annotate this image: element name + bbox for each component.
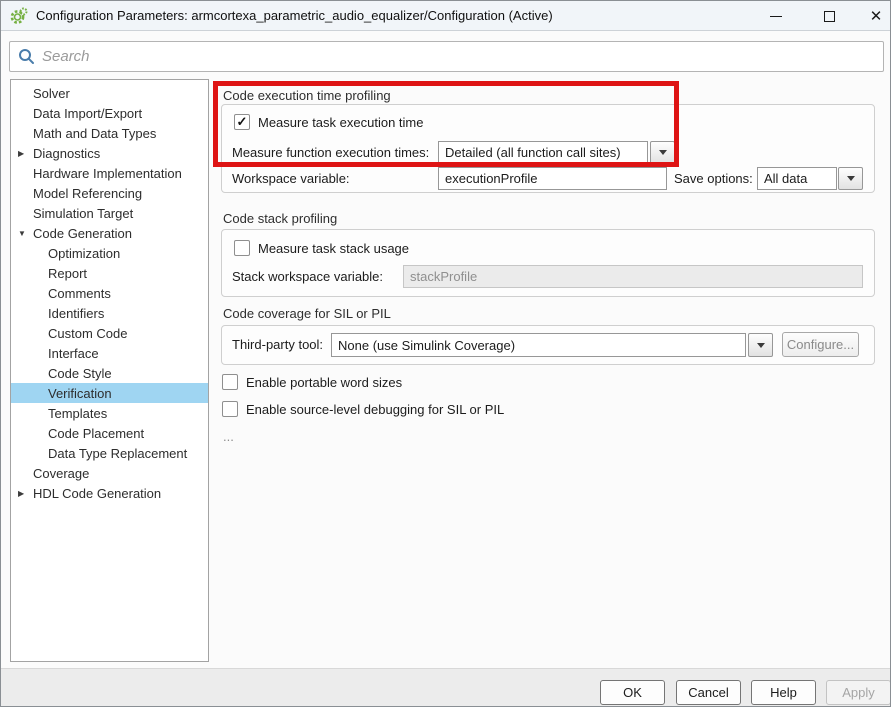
maximize-icon: [824, 11, 835, 22]
sidebar-item-label: Verification: [48, 386, 112, 401]
configure-button[interactable]: Configure...: [782, 332, 859, 357]
save-options-label: Save options:: [674, 171, 753, 187]
section-header-code-stack-profiling: Code stack profiling: [223, 211, 337, 226]
simulink-config-gear-icon: [10, 7, 28, 25]
sidebar-item-verification[interactable]: Verification: [11, 383, 208, 403]
sidebar-item-report[interactable]: Report: [11, 263, 208, 283]
enable-source-level-debugging-label: Enable source-level debugging for SIL or…: [246, 402, 504, 418]
measure-task-stack-usage-label: Measure task stack usage: [258, 241, 409, 257]
minimize-button[interactable]: [759, 1, 793, 31]
chevron-down-icon[interactable]: ▼: [18, 223, 26, 243]
chevron-right-icon[interactable]: ▶: [18, 483, 24, 503]
workspace-variable-input[interactable]: executionProfile: [438, 167, 667, 190]
close-button[interactable]: ✕: [859, 1, 891, 31]
measure-function-execution-times-select[interactable]: Detailed (all function call sites): [438, 141, 648, 164]
sidebar-item-data-import-export[interactable]: Data Import/Export: [11, 103, 208, 123]
sidebar-item-simulation-target[interactable]: Simulation Target: [11, 203, 208, 223]
dropdown-arrow-icon: [659, 150, 667, 155]
window-title: Configuration Parameters: armcortexa_par…: [36, 8, 553, 23]
save-options-dropdown-button[interactable]: [838, 167, 863, 190]
sidebar-item-optimization[interactable]: Optimization: [11, 243, 208, 263]
search-input[interactable]: [42, 48, 883, 65]
save-options-select[interactable]: All data: [757, 167, 837, 190]
measure-function-execution-times-label: Measure function execution times:: [232, 145, 429, 161]
footer-bar: OK Cancel Help Apply: [1, 668, 890, 707]
stack-workspace-variable-input: stackProfile: [403, 265, 863, 288]
sidebar-item-model-referencing[interactable]: Model Referencing: [11, 183, 208, 203]
checkmark-icon: ✓: [237, 114, 248, 129]
sidebar-item-label: HDL Code Generation: [33, 486, 161, 501]
sidebar-item-label: Hardware Implementation: [33, 166, 182, 181]
sidebar-item-identifiers[interactable]: Identifiers: [11, 303, 208, 323]
sidebar-item-coverage[interactable]: Coverage: [11, 463, 208, 483]
sidebar-item-data-type-replacement[interactable]: Data Type Replacement: [11, 443, 208, 463]
sidebar-item-templates[interactable]: Templates: [11, 403, 208, 423]
sidebar-item-diagnostics[interactable]: ▶ Diagnostics: [11, 143, 208, 163]
help-button[interactable]: Help: [751, 680, 816, 705]
sidebar-item-code-style[interactable]: Code Style: [11, 363, 208, 383]
sidebar-item-label: Code Generation: [33, 226, 132, 241]
magnifier-icon: [18, 48, 35, 65]
measure-task-stack-usage-checkbox[interactable]: [234, 240, 250, 256]
measure-task-execution-time-label: Measure task execution time: [258, 115, 423, 131]
third-party-tool-label: Third-party tool:: [232, 337, 323, 353]
stack-workspace-variable-label: Stack workspace variable:: [232, 269, 383, 285]
enable-source-level-debugging-checkbox[interactable]: [222, 401, 238, 417]
sidebar-item-interface[interactable]: Interface: [11, 343, 208, 363]
sidebar-item-solver[interactable]: Solver: [11, 83, 208, 103]
dropdown-arrow-icon: [847, 176, 855, 181]
apply-button[interactable]: Apply: [826, 680, 891, 705]
sidebar-item-math-and-data-types[interactable]: Math and Data Types: [11, 123, 208, 143]
sidebar-item-label: Math and Data Types: [33, 126, 156, 141]
sidebar-item-label: Coverage: [33, 466, 89, 481]
sidebar-item-label: Comments: [48, 286, 111, 301]
sidebar-item-label: Optimization: [48, 246, 120, 261]
sidebar-item-label: Identifiers: [48, 306, 104, 321]
sidebar-item-label: Data Import/Export: [33, 106, 142, 121]
sidebar-tree: Solver Data Import/Export Math and Data …: [10, 79, 209, 662]
sidebar-item-label: Diagnostics: [33, 146, 100, 161]
ellipsis-text: ...: [223, 429, 234, 444]
section-header-code-execution-time-profiling: Code execution time profiling: [223, 88, 391, 103]
sidebar-item-label: Solver: [33, 86, 70, 101]
ok-button[interactable]: OK: [600, 680, 665, 705]
sidebar-item-label: Code Style: [48, 366, 112, 381]
search-box: [9, 41, 884, 72]
enable-portable-word-sizes-label: Enable portable word sizes: [246, 375, 402, 391]
sidebar-item-code-placement[interactable]: Code Placement: [11, 423, 208, 443]
dropdown-arrow-icon: [757, 343, 765, 348]
sidebar-item-label: Custom Code: [48, 326, 127, 341]
cancel-button[interactable]: Cancel: [676, 680, 741, 705]
measure-function-execution-times-dropdown-button[interactable]: [650, 141, 675, 164]
sidebar-item-label: Data Type Replacement: [48, 446, 187, 461]
enable-portable-word-sizes-checkbox[interactable]: [222, 374, 238, 390]
title-bar: Configuration Parameters: armcortexa_par…: [1, 1, 890, 31]
sidebar-item-label: Templates: [48, 406, 107, 421]
sidebar-item-label: Model Referencing: [33, 186, 142, 201]
sidebar-item-label: Simulation Target: [33, 206, 133, 221]
sidebar-item-comments[interactable]: Comments: [11, 283, 208, 303]
workspace-variable-label: Workspace variable:: [232, 171, 350, 187]
sidebar-item-label: Code Placement: [48, 426, 144, 441]
sidebar-item-custom-code[interactable]: Custom Code: [11, 323, 208, 343]
third-party-tool-select[interactable]: None (use Simulink Coverage): [331, 333, 746, 357]
measure-task-execution-time-checkbox[interactable]: ✓: [234, 114, 250, 130]
sidebar-item-hdl-code-generation[interactable]: ▶ HDL Code Generation: [11, 483, 208, 503]
minimize-icon: [770, 16, 782, 17]
sidebar-item-label: Report: [48, 266, 87, 281]
third-party-tool-dropdown-button[interactable]: [748, 333, 773, 357]
sidebar-item-label: Interface: [48, 346, 99, 361]
sidebar-item-code-generation[interactable]: ▼ Code Generation: [11, 223, 208, 243]
configuration-parameters-window: Configuration Parameters: armcortexa_par…: [0, 0, 891, 707]
section-header-code-coverage: Code coverage for SIL or PIL: [223, 306, 391, 321]
chevron-right-icon[interactable]: ▶: [18, 143, 24, 163]
close-icon: ✕: [870, 9, 883, 24]
sidebar-item-hardware-implementation[interactable]: Hardware Implementation: [11, 163, 208, 183]
maximize-button[interactable]: [812, 1, 846, 31]
